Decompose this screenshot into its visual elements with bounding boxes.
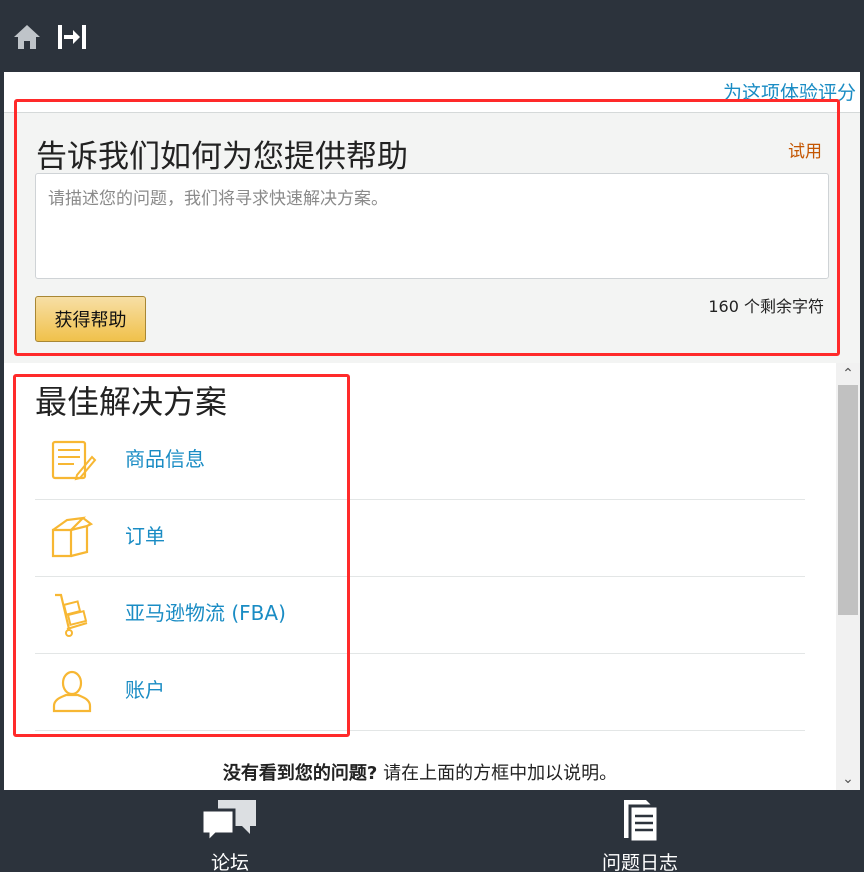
scroll-up-arrow-icon[interactable]: ⌃	[836, 363, 860, 385]
frame-right-border	[860, 72, 864, 790]
solution-label: 订单	[125, 524, 165, 548]
solutions-title: 最佳解决方案	[35, 383, 228, 421]
solution-item-orders[interactable]: 订单	[35, 500, 805, 577]
try-label[interactable]: 试用	[788, 137, 822, 162]
get-help-button[interactable]: 获得帮助	[35, 296, 146, 342]
fba-cart-icon	[55, 593, 88, 637]
scroll-down-arrow-icon[interactable]: ⌄	[836, 768, 860, 790]
help-description-input[interactable]	[35, 173, 829, 279]
top-bar	[0, 0, 864, 72]
tab-label: 论坛	[210, 852, 249, 874]
solution-item-product-info[interactable]: 商品信息	[35, 423, 805, 500]
not-seen-message: 没有看到您的问题? 请在上面的方框中加以说明。	[4, 759, 836, 785]
solution-item-fba[interactable]: 亚马逊物流 (FBA)	[35, 577, 805, 654]
solution-item-account[interactable]: 账户	[35, 654, 805, 731]
forum-chat-icon	[200, 800, 256, 844]
solution-label: 账户	[125, 678, 165, 702]
solutions-section: 最佳解决方案 商品信息 订单 亚马逊物流 (FBA) 账户 没有看到您的问题? …	[4, 363, 836, 790]
account-user-icon	[52, 670, 92, 713]
help-panel: 告诉我们如何为您提供帮助 试用 获得帮助 160 个剩余字符	[4, 112, 860, 364]
collapse-arrow-icon[interactable]	[56, 22, 88, 52]
remaining-char-count: 160 个剩余字符	[708, 297, 824, 316]
issue-log-icon	[624, 800, 660, 844]
not-seen-bold: 没有看到您的问题?	[222, 763, 378, 784]
solution-label: 商品信息	[125, 447, 205, 471]
help-title: 告诉我们如何为您提供帮助	[36, 139, 408, 175]
scroll-thumb[interactable]	[838, 385, 858, 615]
order-box-icon	[51, 516, 94, 558]
solutions-list: 商品信息 订单 亚马逊物流 (FBA) 账户	[35, 423, 805, 731]
home-icon[interactable]	[12, 22, 42, 52]
bottom-nav: 论坛 问题日志	[0, 790, 864, 874]
solution-label: 亚马逊物流 (FBA)	[125, 601, 286, 625]
tab-label: 问题日志	[601, 852, 678, 874]
not-seen-rest: 请在上面的方框中加以说明。	[383, 763, 618, 784]
tab-forum[interactable]: 论坛	[170, 790, 290, 874]
product-info-icon	[51, 440, 97, 481]
solutions-scrollbar[interactable]: ⌃ ⌄	[836, 363, 860, 790]
tab-issue-log[interactable]: 问题日志	[580, 790, 700, 874]
rate-experience-link[interactable]: 为这项体验评分	[723, 78, 856, 105]
